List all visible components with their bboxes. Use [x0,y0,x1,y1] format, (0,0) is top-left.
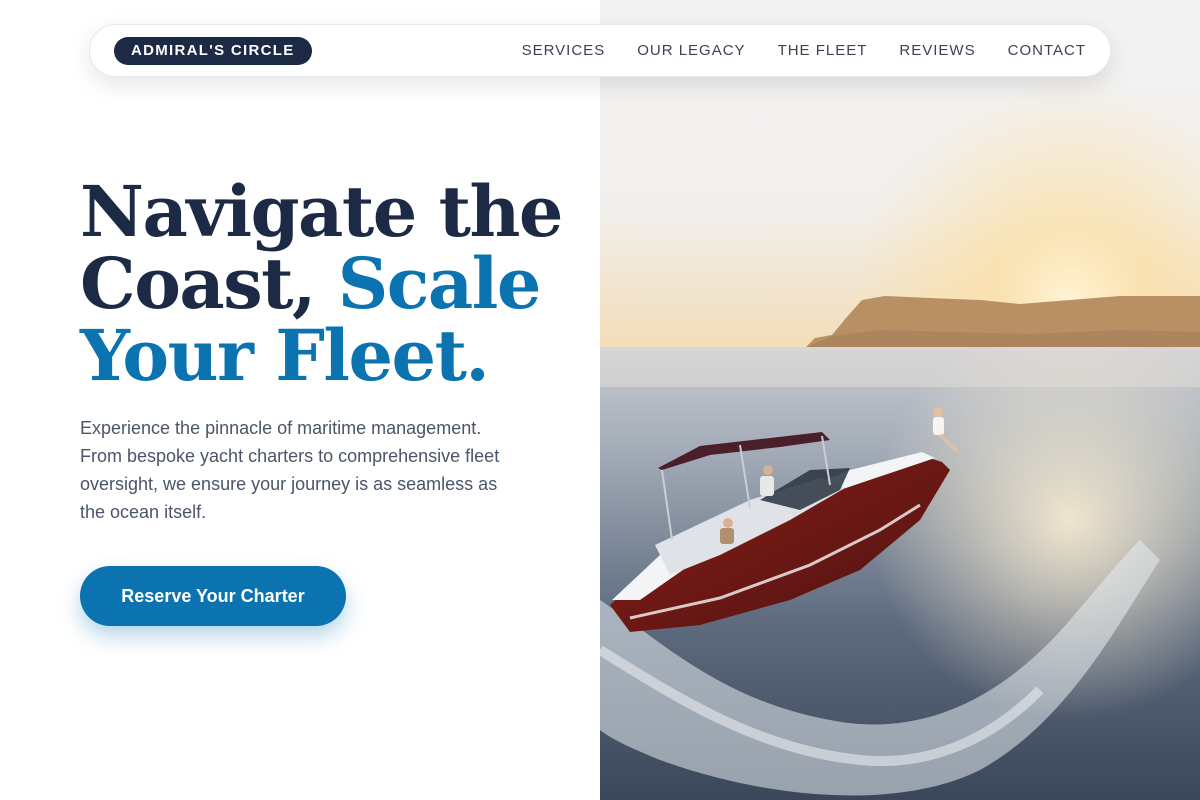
top-navigation: ADMIRAL'S CIRCLE SERVICES OUR LEGACY THE… [89,24,1111,77]
brand-logo[interactable]: ADMIRAL'S CIRCLE [114,36,312,65]
hero-content: Navigate the Coast, Scale Your Fleet. Ex… [0,0,600,800]
headline-line-2b: Scale [337,242,542,325]
hero-description: Experience the pinnacle of maritime mana… [80,418,500,522]
speedboat-photo [600,0,1200,800]
headline-line-3: Your Fleet. [80,314,490,397]
nav-link-the-fleet[interactable]: THE FLEET [778,42,868,59]
hero-headline: Navigate the Coast, Scale Your Fleet. [80,176,580,392]
hero-photo [600,0,1200,800]
nav-menu: SERVICES OUR LEGACY THE FLEET REVIEWS CO… [522,42,1086,59]
headline-line-2a: Coast, [80,242,338,325]
reserve-charter-button[interactable]: Reserve Your Charter [80,566,346,626]
nav-link-services[interactable]: SERVICES [522,42,606,59]
headline-line-1: Navigate the [80,170,563,253]
nav-link-our-legacy[interactable]: OUR LEGACY [637,42,745,59]
nav-link-reviews[interactable]: REVIEWS [899,42,975,59]
nav-link-contact[interactable]: CONTACT [1008,42,1086,59]
